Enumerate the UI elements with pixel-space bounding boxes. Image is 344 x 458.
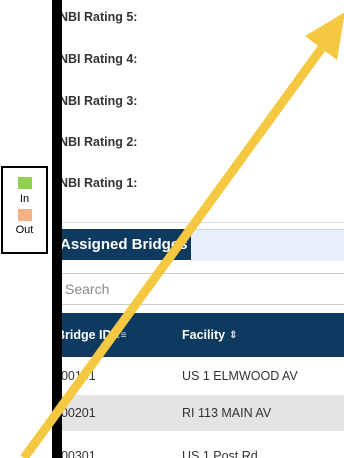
nbi-rating-4-label: NBI Rating 4: <box>62 52 138 66</box>
legend-out-swatch <box>18 209 32 221</box>
nbi-rating-1-label: NBI Rating 1: <box>62 176 138 190</box>
sort-ascending-icon[interactable]: ↓≡ <box>116 314 127 358</box>
map-legend: In Out <box>1 166 48 254</box>
table-row[interactable]: 000201 RI 113 MAIN AV <box>62 395 344 431</box>
table-row[interactable]: 000301 US 1 Post Rd <box>62 438 344 458</box>
nbi-rating-2-label: NBI Rating 2: <box>62 135 138 149</box>
bridge-id-cell: 000301 <box>62 449 96 458</box>
column-header-facility[interactable]: Facility ⇕ <box>182 313 237 357</box>
column-header-bridge-id[interactable]: Bridge ID ↓≡ <box>62 313 126 357</box>
table-row[interactable]: 000101 US 1 ELMWOOD AV <box>62 358 344 394</box>
bridge-id-header-label: Bridge ID <box>62 328 112 342</box>
legend-in-label: In <box>19 193 30 205</box>
facility-cell: US 1 ELMWOOD AV <box>182 369 298 383</box>
nbi-rating-3-label: NBI Rating 3: <box>62 94 138 108</box>
screenshot-root: In Out NBI Rating 5: NBI Rating 4: NBI R… <box>0 0 344 458</box>
nbi-rating-5-label: NBI Rating 5: <box>62 10 138 24</box>
legend-out-label: Out <box>15 224 34 236</box>
ratings-divider <box>62 222 344 223</box>
bridge-id-cell: 000201 <box>62 406 96 420</box>
section-title-container: Assigned Bridges <box>62 229 191 260</box>
bridge-details-panel: NBI Rating 5: NBI Rating 4: NBI Rating 3… <box>62 0 344 458</box>
facility-cell: US 1 Post Rd <box>182 449 258 458</box>
facility-cell: RI 113 MAIN AV <box>182 406 272 420</box>
bridge-search-input[interactable] <box>62 273 344 305</box>
assigned-bridges-title: Assigned Bridges <box>62 229 191 260</box>
facility-header-label: Facility <box>182 328 226 342</box>
panel-divider <box>52 0 62 458</box>
sort-both-icon[interactable]: ⇕ <box>229 314 237 358</box>
table-header: Bridge ID ↓≡ Facility⇕ <box>62 313 344 357</box>
legend-in-swatch <box>18 177 32 189</box>
bridge-id-cell: 000101 <box>62 369 96 383</box>
section-title-band <box>191 229 344 261</box>
